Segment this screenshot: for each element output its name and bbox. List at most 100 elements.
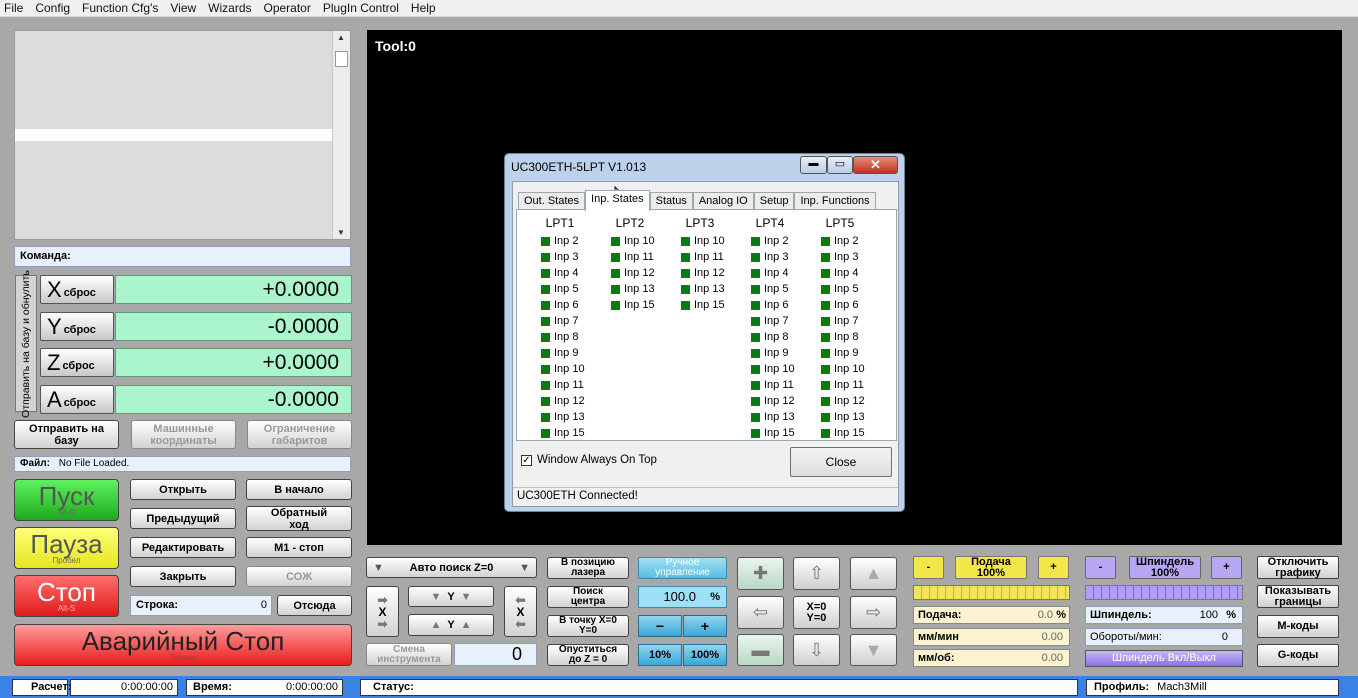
jog-y-minus-button[interactable]: ▼ Y ▼ [408,586,494,607]
close-file-button[interactable]: Закрыть [130,566,236,587]
jog-x-right-button[interactable]: ⬅ X ⬅ [504,586,537,637]
dro-a[interactable]: -0.0000 [115,384,352,414]
gcode-display[interactable]: ▲ ▼ [14,30,351,240]
dro-x[interactable]: +0.0000 [115,275,352,304]
spindle-plus-button[interactable]: + [1211,556,1242,579]
gcodes-button[interactable]: G-коды [1257,644,1339,667]
tab-setup[interactable]: Setup [753,192,795,210]
toggle-graphics-button[interactable]: Отключить графику [1257,556,1339,579]
jog-x-right-icon[interactable]: ⇨ [850,596,897,629]
line-field[interactable]: Строка: 0 [130,595,272,616]
rewind-button[interactable]: В начало [246,479,352,500]
jog-10pct-button[interactable]: 10% [638,644,682,666]
menu-item[interactable]: View [170,1,196,15]
feed-rate-field: мм/мин 0.00 [913,628,1070,646]
stop-button[interactable]: Стоп Alt-S [14,575,119,617]
pause-button[interactable]: Пауза Пробел [14,527,119,569]
toggle-graphics-label: Отключить графику [1267,555,1329,579]
jog-minus-y-icon[interactable]: ▬ [737,634,784,666]
tab-analog-io[interactable]: Analog IO [692,192,754,210]
jog-plus-y-icon[interactable]: ✚ [737,557,784,590]
jog-rate-plus-button[interactable]: + [683,615,727,637]
menu-item[interactable]: File [4,1,23,15]
zero-z-button[interactable]: Zсброс [40,348,114,377]
jog-rate-minus-button[interactable]: − [638,615,682,637]
jog-x-left-button[interactable]: ➡ X ➡ [366,586,399,637]
always-on-top-checkbox[interactable]: ✓ [521,455,532,466]
tab-inp-states[interactable]: Inp. States [585,190,650,211]
scroll-thumb[interactable] [335,51,348,67]
lpt-column: LPT5 Inp 2 Inp 3 Inp 4 Inp 5 Inp 6 Inp 7 Inp 8 I… [817,216,887,441]
jog-z-down-icon[interactable]: ▼ [850,634,897,666]
maximize-icon[interactable]: ▭ [827,156,853,174]
led-icon [611,236,620,246]
mcodes-button[interactable]: М-коды [1257,615,1339,638]
ref-all-button[interactable]: Отправить на базу и обнулить [15,270,37,417]
edit-gcode-button[interactable]: Редактировать [130,537,236,558]
show-bounds-button[interactable]: Показывать границы [1257,585,1339,608]
feed-plus-button[interactable]: + [1038,556,1069,579]
tool-change-button[interactable]: Смена инструмента [366,643,452,666]
axis-reset-label: сброс [63,287,96,299]
jog-z-up-icon[interactable]: ▲ [850,557,897,590]
find-center-button[interactable]: Поиск центра [547,586,629,608]
single-block-button[interactable]: Предыдущий [130,508,236,529]
tab-inp-functions[interactable]: Inp. Functions [794,192,876,210]
zero-xy-label: X=0 Y=0 [806,600,827,624]
spindle-reset-button[interactable]: Шпиндель 100% [1129,556,1201,579]
jog-y-up-icon[interactable]: ⇧ [793,557,840,590]
goto-laser-button[interactable]: В позицию лазера [547,557,629,579]
feed-reset-button[interactable]: Подача 100% [955,556,1027,579]
tool-number-field[interactable]: 0 [454,643,537,666]
reverse-run-button[interactable]: Обратный ход [246,506,352,531]
ref-home-button[interactable]: Отправить на базу [14,420,119,449]
jog-y-plus-button[interactable]: ▲ Y ▲ [408,614,494,636]
jog-100pct-button[interactable]: 100% [683,644,727,666]
coolant-button[interactable]: СОЖ [246,566,352,587]
gcode-scrollbar[interactable]: ▲ ▼ [332,31,350,239]
close-window-icon[interactable]: ✕ [853,156,898,174]
spindle-minus-button[interactable]: - [1085,556,1116,579]
tab-status[interactable]: Status [649,192,693,210]
menu-item[interactable]: Function Cfg's [82,1,158,15]
scroll-down-icon[interactable]: ▼ [337,228,345,237]
manual-jog-button[interactable]: Ручное управление [638,557,727,579]
command-field[interactable]: Команда: [14,246,351,267]
emergency-stop-button[interactable]: Аварийный Стоп Тильда [14,624,352,666]
menu-item[interactable]: Help [411,1,436,15]
zero-a-button[interactable]: Aсброс [40,384,114,414]
dialog-close-button[interactable]: Close [790,447,892,477]
zero-xy-button[interactable]: X=0 Y=0 [793,596,840,629]
machine-coords-button[interactable]: Машинные координаты [131,420,236,449]
tab-out-states[interactable]: Out. States [518,192,586,210]
open-file-button[interactable]: Открыть [130,479,236,500]
menu-item[interactable]: Config [35,1,70,15]
cycle-start-button[interactable]: Пуск Alt-R [14,479,119,521]
zero-x-button[interactable]: Xсброс [40,275,114,304]
feed-minus-button[interactable]: - [913,556,944,579]
minimize-icon[interactable]: ▬ [800,156,827,174]
menu-item[interactable]: Operator [264,1,311,15]
jog-x-left-icon[interactable]: ⇦ [737,596,784,629]
auto-z-button[interactable]: ▼ Авто поиск Z=0 ▼ [366,557,537,578]
goto-xy0-button[interactable]: В точку X=0 Y=0 [547,615,629,637]
led-icon [541,364,550,374]
run-from-here-button[interactable]: Отсюда [277,595,352,616]
menu-item[interactable]: PlugIn Control [323,1,399,15]
soft-limits-button[interactable]: Ограничение габаритов [247,420,352,449]
descend-z0-button[interactable]: Опуститься до Z = 0 [547,644,629,666]
jog-y-down-icon[interactable]: ⇩ [793,634,840,666]
goto-laser-label: В позицию лазера [561,557,615,578]
feed-override-field: Подача: 0.0% [913,606,1070,624]
dro-z[interactable]: +0.0000 [115,348,352,377]
zero-y-button[interactable]: Yсброс [40,311,114,341]
spindle-toggle-button[interactable]: Шпиндель Вкл/Выкл [1085,650,1243,667]
scroll-up-icon[interactable]: ▲ [337,33,345,42]
led-icon [821,300,830,310]
dro-y[interactable]: -0.0000 [115,311,352,341]
menu-item[interactable]: Wizards [208,1,251,15]
axis-letter: X [47,277,62,302]
lpt-header: LPT2 [615,216,645,230]
m1-stop-button[interactable]: M1 - стоп [246,537,352,558]
jog-rate-field[interactable]: 100.0 % [638,586,727,608]
